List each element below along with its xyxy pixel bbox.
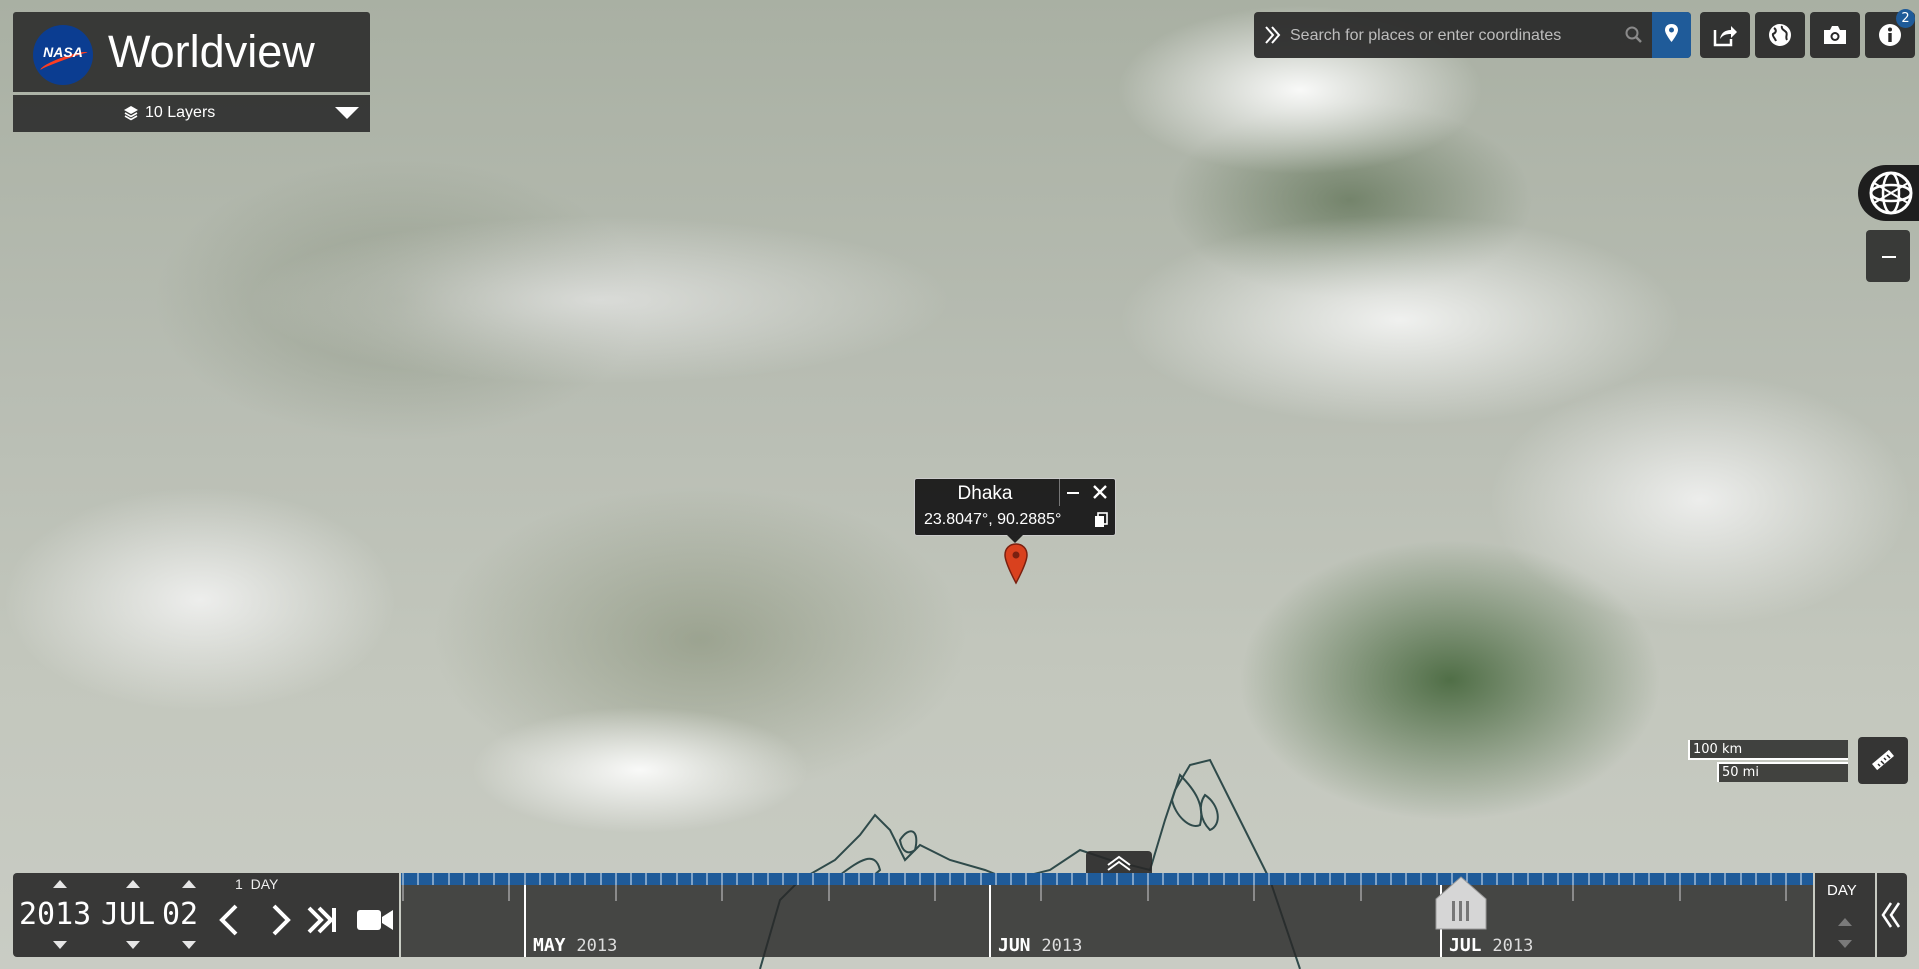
camera-icon — [1824, 26, 1846, 44]
timeline-data-strip — [401, 873, 1813, 885]
timeline-collapse-button[interactable] — [1086, 851, 1152, 873]
video-camera-icon[interactable] — [356, 906, 394, 934]
double-chevron-left-icon — [1881, 902, 1901, 928]
place-marker-popup: Dhaka 23.8047°, 90.2885° — [914, 478, 1116, 543]
hide-timeline-button[interactable] — [1877, 873, 1907, 957]
skip-to-latest-icon[interactable] — [306, 905, 340, 935]
location-pin-icon — [1665, 24, 1678, 42]
info-button[interactable]: 2 — [1865, 9, 1915, 58]
timeline-drag-handle[interactable] — [1434, 873, 1488, 931]
measure-button[interactable] — [1858, 737, 1908, 784]
day-field[interactable]: 02 — [162, 897, 198, 932]
search-icon[interactable] — [1624, 25, 1644, 45]
place-name: Dhaka — [957, 483, 1013, 504]
copy-icon[interactable] — [1094, 512, 1108, 528]
timeline-month-jul: JUL 2013 — [1449, 935, 1534, 956]
date-selector: 2013 JUL 02 1 DAY — [13, 873, 399, 957]
timeline-zoom-level: DAY — [1827, 882, 1857, 899]
location-pin-button[interactable] — [1652, 12, 1691, 58]
scale-bar-km: 100 km — [1688, 740, 1848, 760]
double-chevron-right-icon[interactable] — [1262, 24, 1284, 46]
timeline-month-jun: JUN 2013 — [998, 935, 1083, 956]
projection-button[interactable] — [1755, 12, 1805, 58]
day-down-arrow[interactable] — [182, 941, 196, 949]
scale-bar-mi: 50 mi — [1717, 762, 1848, 782]
nasa-logo: NASA — [33, 25, 93, 85]
layers-toggle-bar[interactable]: 10 Layers — [13, 95, 370, 132]
month-down-arrow[interactable] — [126, 941, 140, 949]
place-coordinates: 23.8047°, 90.2885° — [924, 511, 1062, 528]
minus-icon — [1882, 256, 1896, 258]
share-icon — [1713, 26, 1737, 47]
chevron-right-icon[interactable] — [268, 903, 294, 937]
interval-count: 1 — [235, 876, 243, 892]
year-field[interactable]: 2013 — [19, 897, 91, 932]
timeline-track[interactable]: MAY 2013 JUN 2013 JUL 2013 — [401, 873, 1813, 957]
notification-badge: 2 — [1896, 9, 1915, 28]
close-icon[interactable] — [1086, 479, 1114, 506]
search-input[interactable] — [1288, 15, 1632, 57]
share-button[interactable] — [1700, 12, 1750, 58]
app-title: Worldview — [108, 26, 315, 77]
minus-icon — [1067, 492, 1079, 494]
timeline-month-may: MAY 2013 — [533, 935, 618, 956]
globe-view-button[interactable] — [1858, 165, 1919, 221]
search-bar — [1254, 12, 1691, 58]
map-marker-icon[interactable] — [1003, 543, 1029, 585]
layers-count-label: 10 Layers — [145, 104, 216, 121]
chevron-down-icon[interactable] — [335, 107, 359, 119]
month-field[interactable]: JUL — [101, 897, 155, 932]
chevron-left-icon[interactable] — [216, 903, 242, 937]
ruler-icon — [1872, 749, 1894, 771]
interval-selector[interactable]: 1 DAY — [235, 876, 278, 892]
zoom-level-arrows[interactable] — [1835, 915, 1855, 951]
layers-icon — [124, 106, 138, 121]
minimize-button[interactable] — [1059, 479, 1086, 506]
globe-icon — [1769, 24, 1791, 46]
snapshot-button[interactable] — [1810, 12, 1860, 58]
chevron-up-icon — [1107, 855, 1131, 871]
app-header[interactable]: NASA Worldview — [13, 12, 370, 92]
day-up-arrow[interactable] — [182, 880, 196, 888]
timeline-zoom-selector[interactable]: DAY — [1815, 873, 1875, 957]
year-down-arrow[interactable] — [53, 941, 67, 949]
zoom-out-button[interactable] — [1866, 230, 1910, 282]
interval-unit: DAY — [250, 876, 279, 892]
year-up-arrow[interactable] — [53, 880, 67, 888]
sphere-icon — [1869, 171, 1913, 215]
month-up-arrow[interactable] — [126, 880, 140, 888]
